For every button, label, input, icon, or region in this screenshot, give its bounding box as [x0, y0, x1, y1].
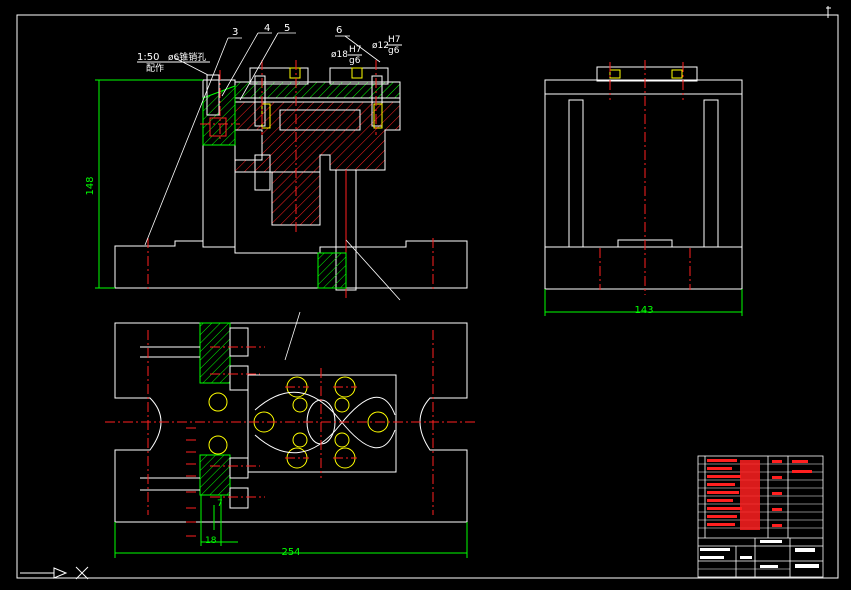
fit-right-dia: ø12	[372, 41, 389, 51]
dim-small-18: 18	[205, 536, 217, 546]
top-view-tags	[186, 427, 196, 537]
dim-width-side-label: 143	[634, 305, 653, 316]
ucs-arrow-icon	[20, 567, 68, 579]
fit-left-hole: H7	[349, 45, 362, 55]
fit-left-dia: ø18	[331, 50, 348, 60]
note-taper-pin: ø6锥销孔	[168, 51, 206, 63]
fit-right-hole: H7	[388, 35, 401, 45]
note-taper-match: 配作	[146, 62, 164, 74]
front-view	[114, 67, 468, 298]
fit-left-shaft: g6	[349, 56, 361, 66]
leader-5: 5	[284, 23, 290, 34]
leader-3: 3	[232, 27, 238, 38]
cad-drawing-canvas[interactable]: 148 3 4 5 6 1:50 ø6锥销孔 配作 ø18 H7 g6 ø12 …	[0, 0, 851, 590]
top-centerlines	[105, 330, 475, 515]
leader-4: 4	[264, 23, 270, 34]
cross-cursor-icon	[75, 566, 89, 580]
fit-right-shaft: g6	[388, 46, 400, 56]
dim-small-7: 7	[217, 499, 223, 509]
dim-height-front-label: 148	[85, 176, 96, 195]
dim-width-top-label: 254	[281, 547, 300, 558]
title-block-entries	[707, 459, 812, 530]
leader-6: 6	[336, 25, 342, 36]
side-view	[544, 66, 743, 290]
note-taper-ratio: 1:50	[137, 52, 159, 63]
side-centerlines	[599, 60, 691, 295]
dim-height-front	[95, 79, 203, 289]
title-block-labels	[700, 540, 819, 568]
